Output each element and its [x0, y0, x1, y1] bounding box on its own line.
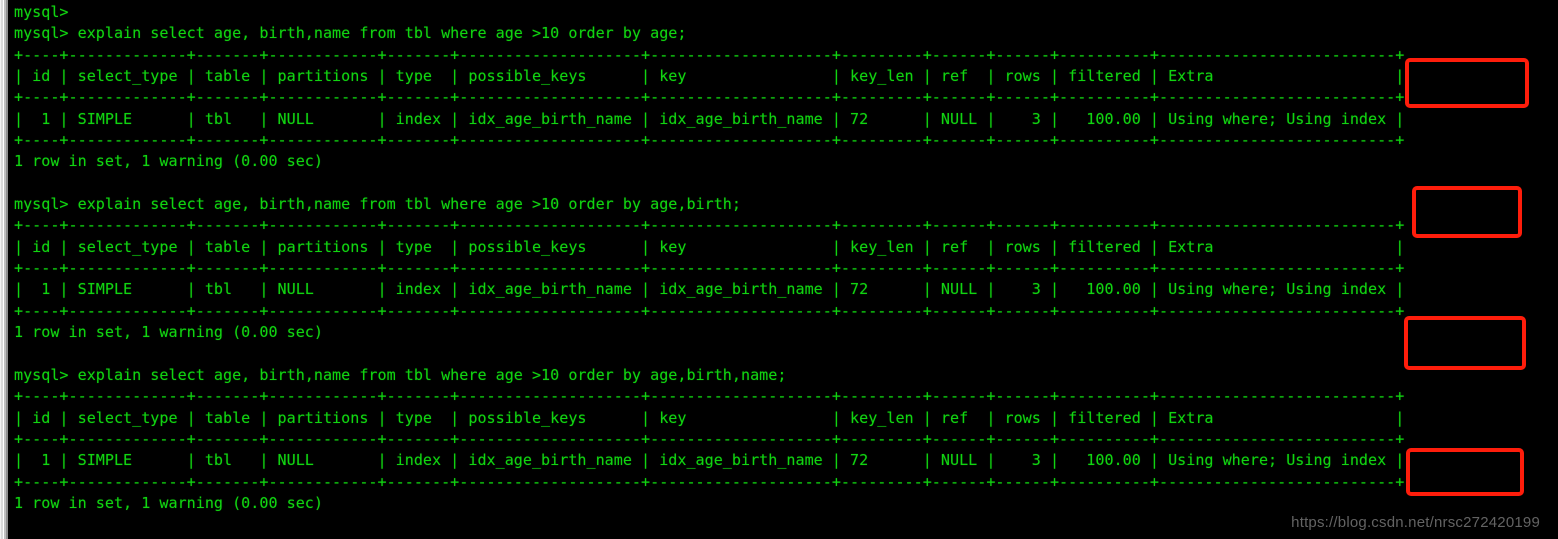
result-status-3: 1 row in set, 1 warning (0.00 sec) — [14, 493, 323, 512]
command-line-4: mysql> explain select age, birth,name fr… — [14, 536, 1558, 539]
command-line-1: mysql> explain select age, birth,name fr… — [14, 24, 687, 43]
table-row-3: | 1 | SIMPLE | tbl | NULL | index | idx_… — [14, 451, 1405, 470]
table-header-1: | id | select_type | table | partitions … — [14, 67, 1405, 86]
table-separator-mid-1: +----+-------------+-------+------------… — [14, 88, 1405, 107]
table-header-3: | id | select_type | table | partitions … — [14, 408, 1405, 427]
blank-line-1 — [14, 173, 1558, 194]
table-separator-bottom-2: +----+-------------+-------+------------… — [14, 301, 1405, 320]
blank-line-2 — [14, 344, 1558, 365]
watermark-url: https://blog.csdn.net/nrsc272420199 — [1291, 514, 1540, 531]
result-status-2: 1 row in set, 1 warning (0.00 sec) — [14, 323, 323, 342]
command-line-3: mysql> explain select age, birth,name fr… — [14, 365, 787, 384]
prompt-line-initial: mysql> — [14, 3, 69, 21]
table-row-1: | 1 | SIMPLE | tbl | NULL | index | idx_… — [14, 109, 1405, 128]
table-separator-top-1: +----+-------------+-------+------------… — [14, 45, 1405, 64]
window-scrollbar[interactable] — [0, 0, 9, 539]
table-separator-bottom-3: +----+-------------+-------+------------… — [14, 472, 1405, 491]
table-row-2: | 1 | SIMPLE | tbl | NULL | index | idx_… — [14, 280, 1405, 299]
table-separator-mid-2: +----+-------------+-------+------------… — [14, 259, 1405, 278]
table-separator-top-2: +----+-------------+-------+------------… — [14, 216, 1405, 235]
terminal-window: mysql> mysql> explain select age, birth,n… — [0, 0, 1558, 539]
result-status-1: 1 row in set, 1 warning (0.00 sec) — [14, 152, 323, 171]
table-separator-top-3: +----+-------------+-------+------------… — [14, 387, 1405, 406]
table-separator-bottom-1: +----+-------------+-------+------------… — [14, 131, 1405, 150]
table-separator-mid-3: +----+-------------+-------+------------… — [14, 429, 1405, 448]
console-output: mysql> mysql> explain select age, birth,n… — [9, 2, 1558, 539]
terminal-screen[interactable]: mysql> mysql> explain select age, birth,n… — [9, 0, 1558, 539]
command-line-2: mysql> explain select age, birth,name fr… — [14, 195, 741, 214]
table-header-2: | id | select_type | table | partitions … — [14, 237, 1405, 256]
